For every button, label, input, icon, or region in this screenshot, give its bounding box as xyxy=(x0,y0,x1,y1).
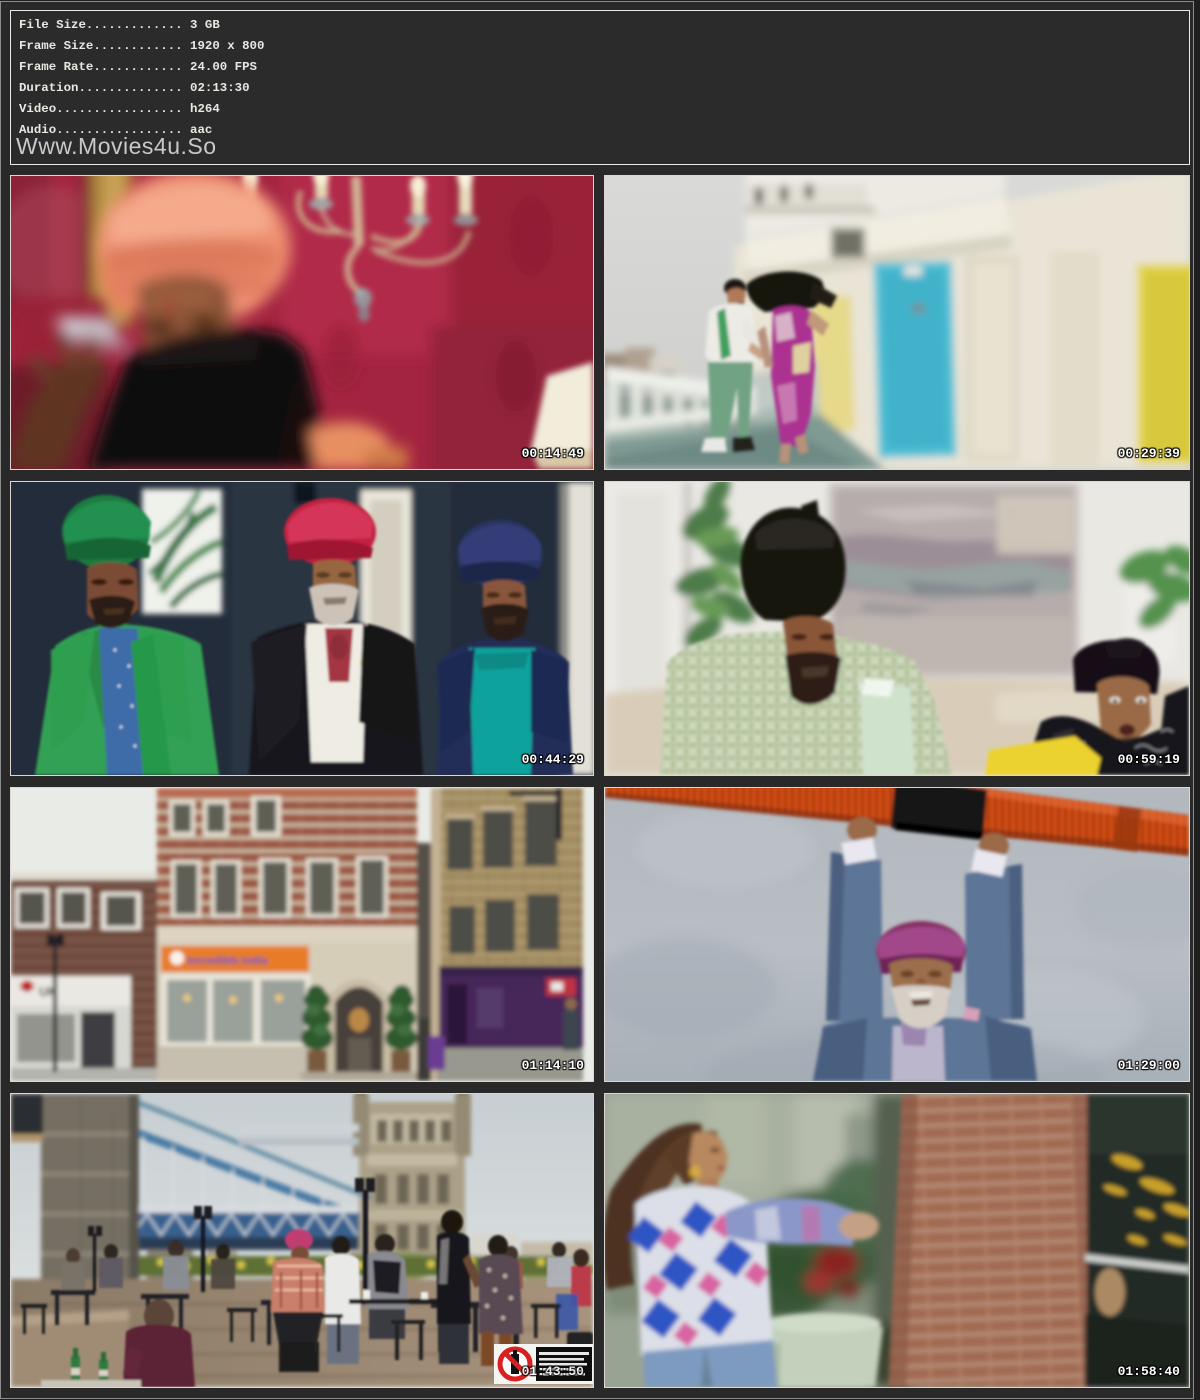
svg-text:Incredible India: Incredible India xyxy=(187,955,269,967)
